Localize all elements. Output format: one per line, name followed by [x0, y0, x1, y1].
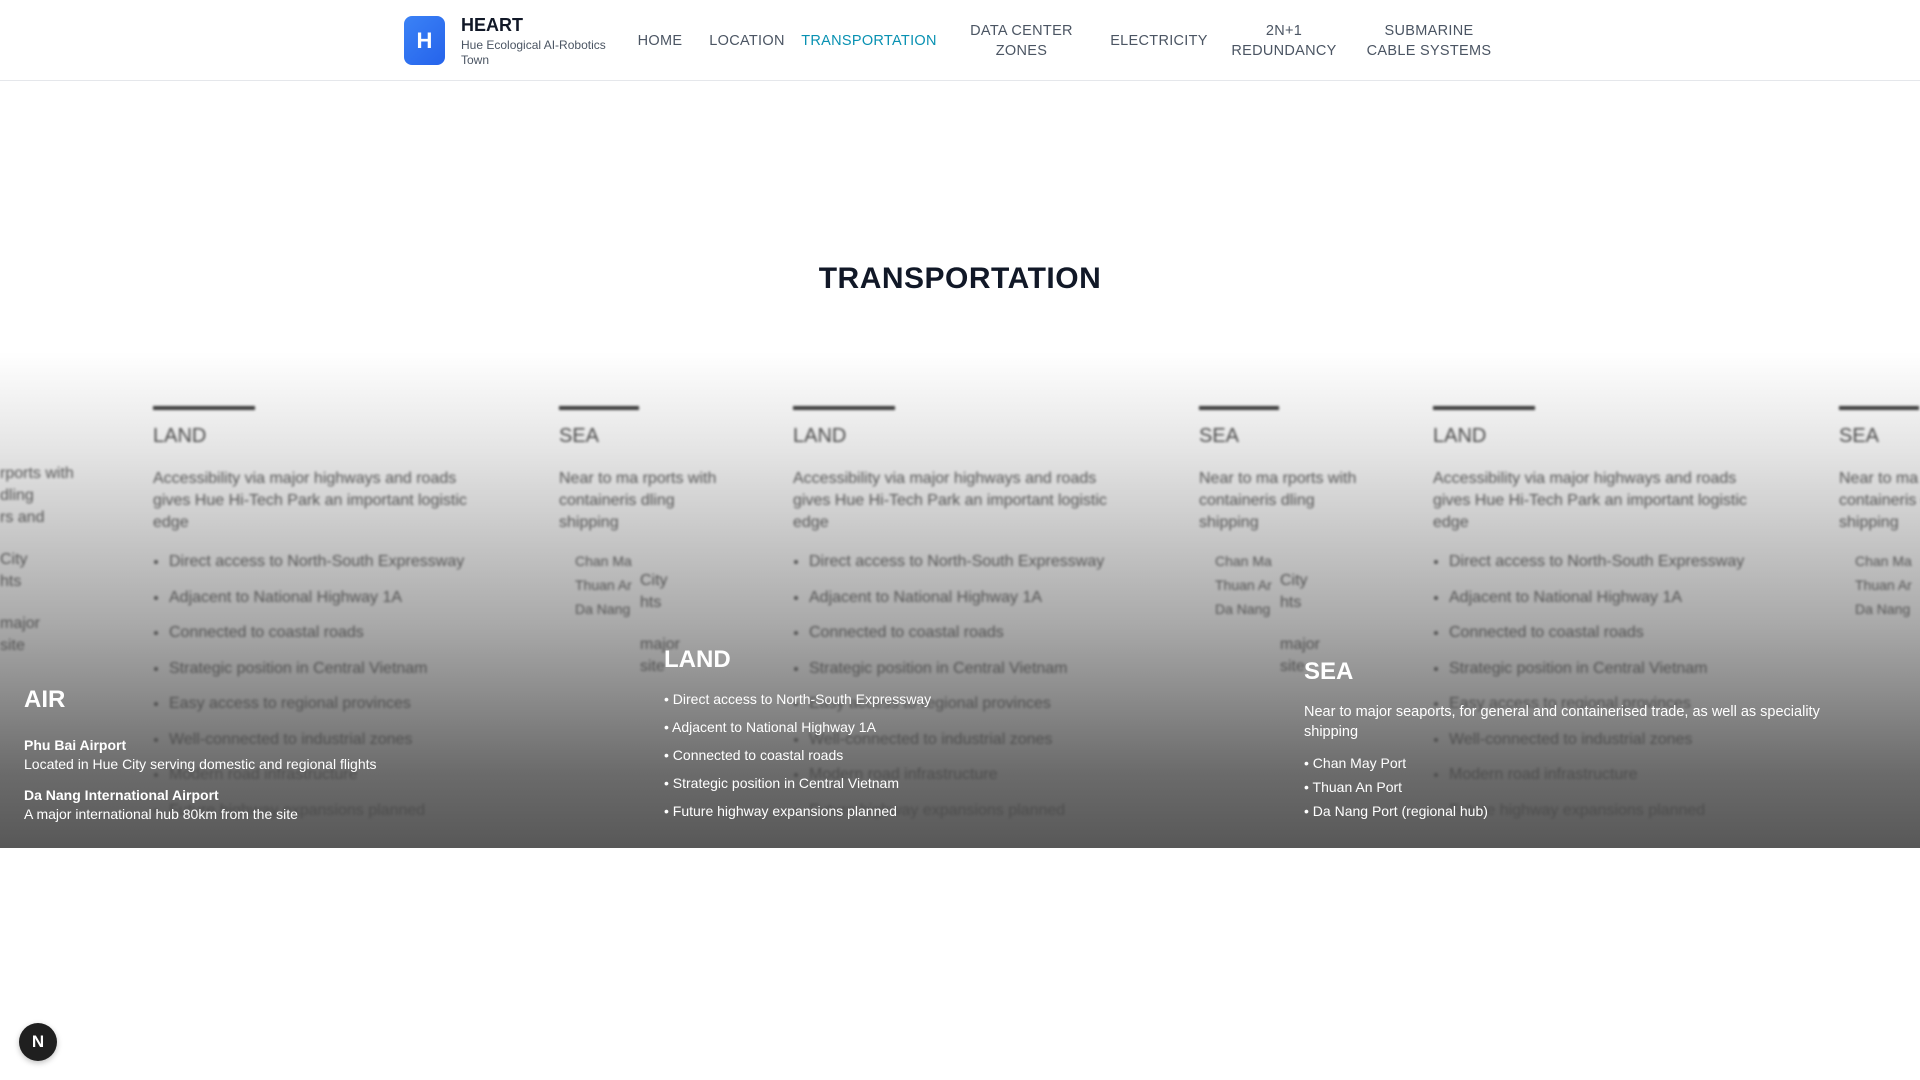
ghost-sea-title: SEA: [1199, 425, 1240, 447]
list-item: Connected to coastal roads: [169, 623, 483, 643]
ghost-fragment: City: [0, 551, 28, 568]
nav-redundancy[interactable]: 2N+1 REDUNDANCY: [1229, 21, 1339, 61]
ghost-sea-desc: Near to ma rports with containeris dling…: [1199, 470, 1357, 531]
ghost-sea-title: SEA: [1839, 425, 1880, 447]
ghost-fragment: City: [1280, 572, 1308, 589]
sea-title: SEA: [1304, 658, 1354, 685]
ghost-sea-column: SEA Near to ma rports with containeris d…: [1199, 406, 1359, 624]
ghost-fragment: major: [0, 615, 41, 632]
ghost-fragment-left: rports with dling rs and City hts major …: [0, 463, 74, 657]
dev-tools-button[interactable]: N: [19, 1023, 57, 1061]
list-item: Strategic position in Central Vietnam: [169, 659, 483, 679]
list-item: • Chan May Port: [1304, 755, 1407, 771]
list-item-text: Strategic position in Central Vietnam: [672, 775, 899, 791]
list-item: • Da Nang Port (regional hub): [1304, 803, 1488, 819]
ghost-land-desc: Accessibility via major highways and roa…: [153, 470, 467, 531]
site-header: H HEART Hue Ecological AI-Robotics Town …: [0, 0, 1920, 81]
ghost-sea-desc: Near to ma rports with containeris dling…: [1839, 470, 1920, 531]
ghost-fragment: hts: [1280, 594, 1302, 611]
list-item-text: Direct access to North-South Expressway: [672, 691, 932, 707]
ghost-fragment: rports with: [0, 465, 74, 482]
divider-bar: [1839, 406, 1919, 410]
transportation-band: rports with dling rs and City hts major …: [0, 352, 1920, 848]
air-card: AIR Phu Bai Airport Located in Hue City …: [24, 686, 377, 836]
ghost-land-desc: Accessibility via major highways and roa…: [1433, 470, 1747, 531]
nav-transportation[interactable]: TRANSPORTATION: [794, 31, 944, 51]
ghost-sea-title: SEA: [559, 425, 600, 447]
list-item: • Thuan An Port: [1304, 779, 1403, 795]
land-title: LAND: [664, 646, 731, 673]
ghost-sea-list: Chan Ma Thuan Ar Da Nang: [1839, 552, 1920, 618]
list-item-text: Thuan An Port: [1312, 779, 1403, 795]
ghost-sea-column: SEA Near to ma rports with containeris d…: [559, 406, 719, 624]
list-item: Chan Ma: [1215, 552, 1295, 570]
divider-bar: [153, 406, 255, 410]
list-item-text: Future highway expansions planned: [672, 803, 897, 819]
divider-bar: [559, 406, 639, 410]
list-item: Direct access to North-South Expressway: [1449, 552, 1763, 572]
list-item: • Direct access to North-South Expresswa…: [664, 691, 932, 707]
ghost-fragment: hts: [0, 573, 22, 590]
ghost-fragment: site: [0, 637, 25, 654]
list-item: Connected to coastal roads: [809, 623, 1123, 643]
ghost-fragment: major: [1280, 636, 1321, 653]
airport-desc: A major international hub 80km from the …: [24, 806, 298, 822]
brand-subtitle: Hue Ecological AI-Robotics Town: [461, 38, 606, 67]
nav-electricity[interactable]: ELECTRICITY: [1099, 31, 1219, 51]
list-item: • Adjacent to National Highway 1A: [664, 719, 876, 735]
airport-name: Phu Bai Airport: [24, 737, 127, 753]
sea-list: • Chan May Port • Thuan An Port • Da Nan…: [1304, 754, 1864, 820]
brand[interactable]: H HEART Hue Ecological AI-Robotics Town: [404, 15, 621, 68]
list-item: • Strategic position in Central Vietnam: [664, 775, 899, 791]
air-title: AIR: [24, 686, 66, 713]
sea-card: SEA Near to major seaports, for general …: [1304, 658, 1864, 826]
list-item: • Connected to coastal roads: [664, 747, 844, 763]
list-item: Adjacent to National Highway 1A: [1449, 588, 1763, 608]
ghost-sea-column: SEA Near to ma rports with containeris d…: [1839, 406, 1920, 624]
list-item: Chan Ma: [1855, 552, 1920, 570]
divider-bar: [1433, 406, 1535, 410]
airport-name: Da Nang International Airport: [24, 787, 219, 803]
land-list: • Direct access to North-South Expresswa…: [664, 690, 931, 820]
nav-home[interactable]: HOME: [620, 31, 700, 51]
list-item: • Future highway expansions planned: [664, 803, 897, 819]
ghost-land-title: LAND: [1433, 425, 1487, 447]
land-card: LAND • Direct access to North-South Expr…: [664, 646, 931, 830]
list-item: Da Nang: [1855, 600, 1920, 618]
sea-desc: Near to major seaports, for general and …: [1304, 704, 1820, 740]
list-item-text: Da Nang Port (regional hub): [1312, 803, 1488, 819]
list-item: Direct access to North-South Expressway: [169, 552, 483, 572]
airport-desc: Located in Hue City serving domestic and…: [24, 756, 377, 772]
ghost-sea-desc: Near to ma rports with containeris dling…: [559, 470, 717, 531]
ghost-land-title: LAND: [793, 425, 847, 447]
nav-data-center-zones[interactable]: DATA CENTER ZONES: [959, 21, 1084, 61]
ghost-land-desc: Accessibility via major highways and roa…: [793, 470, 1107, 531]
brand-title: HEART: [461, 15, 523, 35]
list-item-text: Chan May Port: [1312, 755, 1407, 771]
list-item: Adjacent to National Highway 1A: [169, 588, 483, 608]
list-item-text: Adjacent to National Highway 1A: [672, 719, 876, 735]
ghost-fragment: dling: [0, 487, 34, 504]
brand-text: HEART Hue Ecological AI-Robotics Town: [461, 15, 621, 68]
list-item: Direct access to North-South Expressway: [809, 552, 1123, 572]
ghost-sea-list: Chan Ma Thuan Ar Da Nang: [559, 552, 719, 618]
ghost-land-title: LAND: [153, 425, 207, 447]
ghost-fragment: rs and: [0, 509, 45, 526]
ghost-fragment: City: [640, 572, 668, 589]
divider-bar: [1199, 406, 1279, 410]
list-item: Adjacent to National Highway 1A: [809, 588, 1123, 608]
list-item: Connected to coastal roads: [1449, 623, 1763, 643]
ghost-sea-list: Chan Ma Thuan Ar Da Nang: [1199, 552, 1359, 618]
nav-submarine-cable-systems[interactable]: SUBMARINE CABLE SYSTEMS: [1359, 21, 1499, 61]
n-logo-icon: N: [31, 1032, 45, 1051]
main-nav: HOME LOCATION TRANSPORTATION DATA CENTER…: [620, 0, 1499, 81]
section-title: TRANSPORTATION: [818, 262, 1102, 295]
brand-logo[interactable]: H: [404, 16, 445, 65]
divider-bar: [793, 406, 895, 410]
ghost-fragment: hts: [640, 594, 662, 611]
list-item: Chan Ma: [575, 552, 655, 570]
list-item-text: Connected to coastal roads: [672, 747, 844, 763]
list-item: Thuan Ar: [1855, 576, 1920, 594]
nav-location[interactable]: LOCATION: [700, 31, 794, 51]
